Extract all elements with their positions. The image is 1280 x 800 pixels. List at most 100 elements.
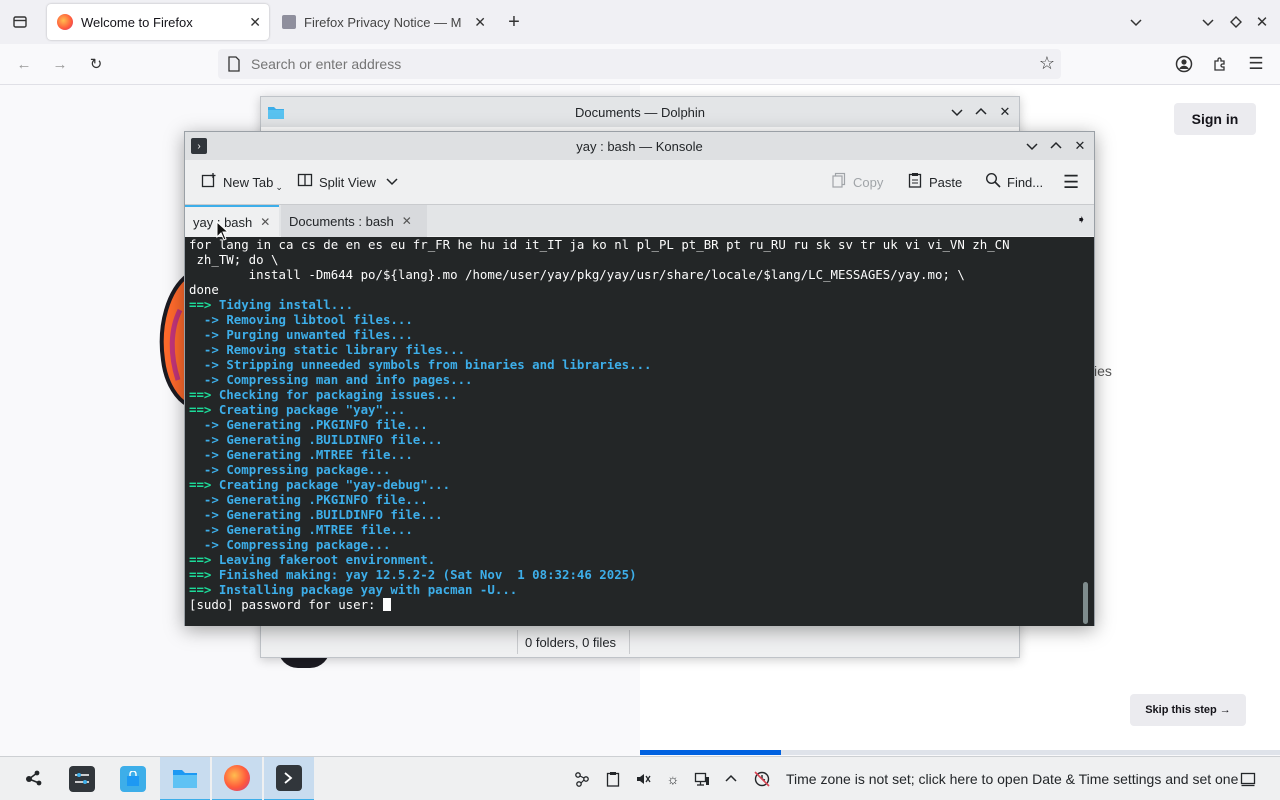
- terminal-text: ==>: [189, 567, 219, 582]
- terminal-line: -> Compressing man and info pages...: [189, 372, 1010, 387]
- sign-in-button[interactable]: Sign in: [1174, 103, 1256, 135]
- terminal-text: for lang in ca cs de en es eu fr_FR he h…: [189, 237, 1010, 252]
- discover-store-task[interactable]: [108, 757, 158, 800]
- volume-muted-icon[interactable]: [633, 769, 653, 789]
- terminal-text: Compressing package...: [226, 462, 391, 477]
- copy-button[interactable]: Copy: [831, 169, 883, 195]
- terminal-cursor: [382, 598, 391, 611]
- split-view-button[interactable]: Split View: [297, 169, 398, 195]
- brightness-sun-icon[interactable]: ☼: [663, 769, 683, 789]
- konsole-title-bar[interactable]: › yay : bash — Konsole ✕: [185, 132, 1094, 160]
- show-hidden-icons-chevron-icon[interactable]: [721, 769, 741, 789]
- reload-icon[interactable]: ↻: [85, 53, 107, 75]
- close-window-icon[interactable]: ✕: [996, 103, 1014, 121]
- terminal-line: ==> Creating package "yay"...: [189, 402, 1010, 417]
- maximize-chevron-icon[interactable]: [1047, 137, 1065, 155]
- paste-button[interactable]: Paste: [907, 169, 962, 195]
- close-tab-icon[interactable]: ✕: [249, 14, 261, 31]
- list-all-tabs-chevron-icon[interactable]: [1125, 11, 1147, 33]
- status-divider: [517, 630, 518, 654]
- launcher-icon: [26, 770, 42, 786]
- terminal-display[interactable]: for lang in ca cs de en es eu fr_FR he h…: [185, 237, 1094, 626]
- url-bar[interactable]: ☆: [218, 49, 1061, 79]
- terminal-text: Checking for packaging issues...: [218, 387, 458, 402]
- onboarding-progress-fill: [640, 750, 781, 755]
- app-menu-hamburger-icon[interactable]: ☰: [1245, 53, 1267, 75]
- network-monitor-icon[interactable]: [692, 769, 712, 789]
- tab-list-icon[interactable]: [9, 11, 31, 33]
- minimize-chevron-icon[interactable]: [948, 103, 966, 121]
- konsole-window: › yay : bash — Konsole ✕ New Tab ⌄ Split…: [184, 131, 1095, 626]
- maximize-diamond-icon[interactable]: [1225, 11, 1247, 33]
- close-window-icon[interactable]: ✕: [1251, 11, 1273, 33]
- terminal-text: ==>: [189, 582, 219, 597]
- close-tab-icon[interactable]: ✕: [402, 214, 412, 228]
- chevron-down-icon[interactable]: [386, 175, 398, 190]
- terminal-text: Leaving fakeroot environment.: [218, 552, 436, 567]
- skip-step-button[interactable]: Skip this step →: [1130, 694, 1246, 726]
- minimize-chevron-icon[interactable]: [1023, 137, 1041, 155]
- tab-label: Documents : bash: [289, 213, 394, 229]
- terminal-line: ==> Installing package yay with pacman -…: [189, 582, 1010, 597]
- timezone-notification-link[interactable]: Time zone is not set; click here to open…: [786, 771, 1238, 787]
- settings-sliders-icon: [69, 766, 95, 792]
- new-tab-button[interactable]: New Tab ⌄: [201, 169, 283, 195]
- terminal-icon: [276, 765, 302, 791]
- extensions-puzzle-icon[interactable]: [1209, 53, 1231, 75]
- konsole-tab-documents-bash[interactable]: Documents : bash ✕: [281, 205, 427, 237]
- forward-arrow-icon[interactable]: →: [49, 53, 71, 75]
- terminal-text: Removing static library files...: [226, 342, 466, 357]
- back-arrow-icon[interactable]: ←: [13, 53, 35, 75]
- hamburger-menu-icon[interactable]: ☰: [1063, 169, 1079, 195]
- terminal-scrollbar[interactable]: [1083, 582, 1088, 624]
- terminal-text: Compressing package...: [226, 537, 391, 552]
- terminal-line: -> Removing libtool files...: [189, 312, 1010, 327]
- konsole-task[interactable]: [264, 757, 314, 800]
- plasma-taskbar: ☼ Time zone is not set; click here to op…: [0, 756, 1280, 800]
- konsole-tab-bar: yay : bash ✕ Documents : bash ✕ ➧: [185, 204, 1094, 237]
- minimize-chevron-icon[interactable]: [1197, 11, 1219, 33]
- new-tab-plus-icon[interactable]: +: [503, 11, 525, 33]
- maximize-chevron-icon[interactable]: [972, 103, 990, 121]
- system-settings-task[interactable]: [57, 757, 107, 800]
- terminal-text: Tidying install...: [218, 297, 354, 312]
- dolphin-task[interactable]: [160, 757, 210, 800]
- status-divider: [629, 630, 630, 654]
- konsole-tab-yay-bash[interactable]: yay : bash ✕: [185, 205, 279, 237]
- close-tab-icon[interactable]: ✕: [260, 215, 270, 229]
- new-tab-icon: [201, 172, 217, 192]
- firefox-task[interactable]: [212, 757, 262, 800]
- paste-clipboard-icon: [907, 172, 923, 192]
- tab-welcome[interactable]: Welcome to Firefox ✕: [47, 4, 269, 40]
- firefox-favicon-icon: [57, 14, 73, 30]
- terminal-text: Stripping unneeded symbols from binaries…: [226, 357, 652, 372]
- terminal-line: -> Generating .BUILDINFO file...: [189, 432, 1010, 447]
- kde-connect-icon[interactable]: [572, 769, 592, 789]
- url-input[interactable]: [251, 56, 1011, 72]
- application-launcher-button[interactable]: [9, 757, 59, 800]
- terminal-text: Removing libtool files...: [226, 312, 413, 327]
- terminal-text: Purging unwanted files...: [226, 327, 413, 342]
- terminal-text: ->: [189, 342, 227, 357]
- close-tab-icon[interactable]: ✕: [474, 14, 486, 31]
- pin-icon[interactable]: ➧: [1077, 213, 1086, 226]
- terminal-line: -> Generating .BUILDINFO file...: [189, 507, 1010, 522]
- clock-warning-icon[interactable]: [752, 769, 772, 789]
- terminal-text: Generating .MTREE file...: [226, 447, 413, 462]
- close-window-icon[interactable]: ✕: [1071, 137, 1089, 155]
- find-button[interactable]: Find...: [985, 169, 1043, 195]
- bookmark-star-icon[interactable]: ☆: [1039, 53, 1055, 74]
- terminal-text: Generating .BUILDINFO file...: [226, 507, 443, 522]
- dolphin-title-bar[interactable]: Documents — Dolphin ✕: [261, 97, 1019, 127]
- split-view-icon: [297, 172, 313, 192]
- terminal-line: -> Compressing package...: [189, 462, 1010, 477]
- terminal-line: -> Generating .PKGINFO file...: [189, 417, 1010, 432]
- terminal-line: -> Generating .PKGINFO file...: [189, 492, 1010, 507]
- clipboard-icon[interactable]: [603, 769, 623, 789]
- tab-privacy-notice[interactable]: Firefox Privacy Notice — M ✕: [272, 4, 494, 40]
- account-icon[interactable]: [1173, 53, 1195, 75]
- tab-label: Welcome to Firefox: [81, 14, 193, 30]
- page-info-icon[interactable]: [227, 56, 241, 77]
- show-desktop-icon[interactable]: [1238, 769, 1258, 789]
- terminal-app-icon: ›: [191, 138, 207, 154]
